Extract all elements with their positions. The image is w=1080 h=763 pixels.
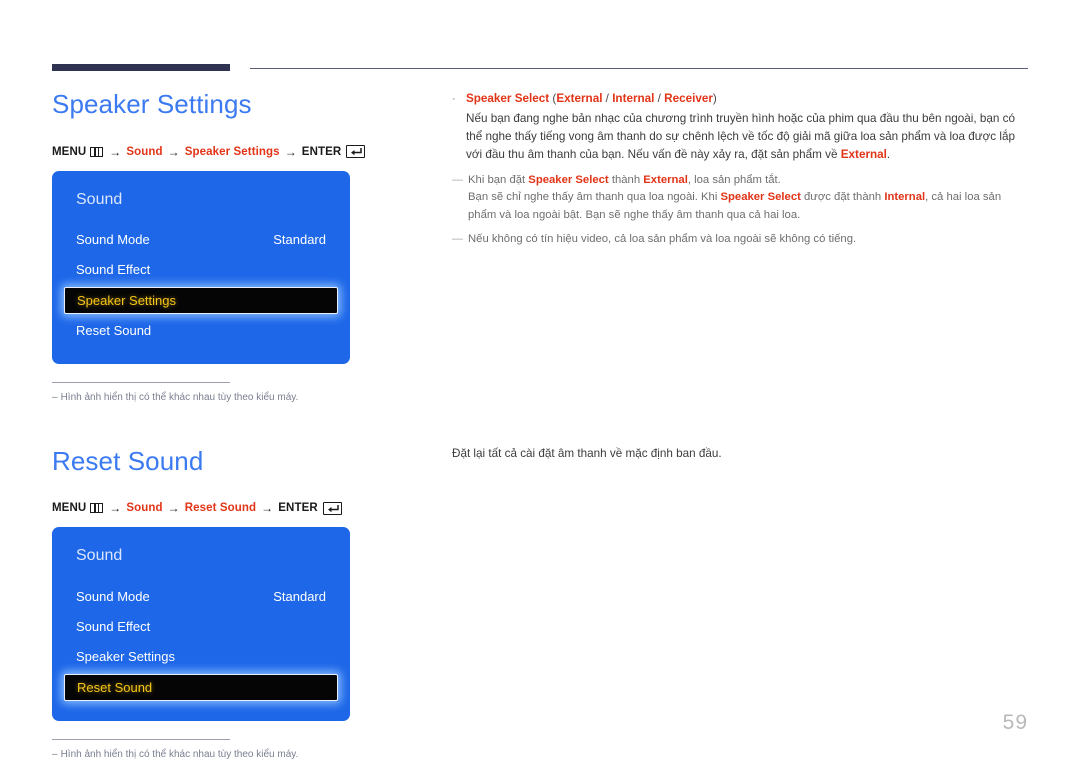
note-dash-icon: — <box>452 173 463 186</box>
note-highlight-internal: Internal <box>884 191 926 203</box>
menu-path-arrow-2: → <box>167 144 180 159</box>
osd-footnote-block-1: – Hình ảnh hiển thị có thể khác nhau tùy … <box>52 381 350 405</box>
footnote-text-1: – Hình ảnh hiển thị có thể khác nhau tùy … <box>52 391 350 405</box>
osd-row-sound-mode[interactable]: Sound Mode Standard <box>52 582 350 612</box>
note-text-a: Khi bạn đặt <box>468 173 529 186</box>
note-body-1: Khi bạn đặt Speaker Select thành Externa… <box>468 172 1032 225</box>
speaker-select-note-1: — Khi bạn đặt Speaker Select thành Exter… <box>452 172 1032 225</box>
option-internal: Internal <box>612 92 655 105</box>
osd-row-sound-effect[interactable]: Sound Effect <box>52 255 350 285</box>
right-column: · Speaker Select (External / Internal / … <box>452 90 1032 463</box>
enter-return-icon <box>346 145 366 159</box>
note-line-2: Bạn sẽ chỉ nghe thấy âm thanh qua loa ng… <box>468 189 1032 224</box>
osd-footnote-block-2: – Hình ảnh hiển thị có thể khác nhau tùy … <box>52 738 350 762</box>
footnote-label: Hình ảnh hiển thị có thể khác nhau tùy t… <box>60 391 299 403</box>
option-receiver: Receiver <box>664 92 713 105</box>
note-text-b2: được đặt thành <box>800 191 885 203</box>
left-column: Speaker Settings MENU → Sound → Speaker … <box>52 90 422 762</box>
osd-menu-speaker-settings[interactable]: Sound Sound Mode Standard Sound Effect S… <box>52 170 350 364</box>
enter-return-icon <box>322 501 342 515</box>
menu-path-step-reset-sound: Reset Sound <box>184 502 257 515</box>
menu-path-speaker-settings: MENU → Sound → Speaker Settings → ENTER <box>52 145 422 159</box>
osd-row-speaker-settings[interactable]: Speaker Settings <box>52 642 350 672</box>
menu-path-arrow-3: → <box>261 501 274 516</box>
option-separator-2: / <box>654 92 665 105</box>
paragraph-text-end: . <box>886 148 891 162</box>
osd-row-reset-sound-selected[interactable]: Reset Sound <box>64 673 338 701</box>
bullet-point-icon: · <box>452 93 456 105</box>
page-number: 59 <box>1002 711 1028 734</box>
footnote-label: Hình ảnh hiển thị có thể khác nhau tùy t… <box>60 748 299 760</box>
menu-path-arrow-1: → <box>109 144 122 159</box>
speaker-select-paragraph: Nếu bạn đang nghe bản nhạc của chương tr… <box>466 110 1032 164</box>
close-paren: ) <box>712 92 717 105</box>
option-external: External <box>556 92 603 105</box>
page-header-rules <box>52 64 1028 74</box>
page-title-reset-sound: Reset Sound <box>52 445 204 476</box>
menu-bars-icon <box>90 146 104 157</box>
footnote-rule <box>52 381 230 383</box>
menu-path-arrow-3: → <box>284 144 297 159</box>
osd-row-label: Speaker Settings <box>76 649 176 665</box>
menu-path-step-sound: Sound <box>126 502 163 515</box>
menu-path-arrow-2: → <box>167 501 180 516</box>
osd-menu-reset-sound[interactable]: Sound Sound Mode Standard Sound Effect S… <box>52 527 350 721</box>
osd-row-speaker-settings-selected[interactable]: Speaker Settings <box>64 286 338 314</box>
footnote-dash: – <box>52 748 58 760</box>
osd-row-reset-sound[interactable]: Reset Sound <box>52 316 350 346</box>
speaker-select-note-2: — Nếu không có tín hiệu video, cả loa sả… <box>452 231 1032 249</box>
page-title-speaker-settings: Speaker Settings <box>52 89 252 119</box>
note-text-b: thành <box>608 173 644 186</box>
speaker-select-heading: Speaker Select (External / Internal / Re… <box>466 90 1032 108</box>
note-dash-icon: — <box>452 233 463 245</box>
note-text-c: , loa sản phẩm tắt. <box>687 173 781 186</box>
menu-path-menu-label: MENU <box>52 502 87 515</box>
speaker-select-term: Speaker Select <box>466 92 550 105</box>
footnote-dash: – <box>52 391 58 403</box>
note-highlight-speaker-select: Speaker Select <box>528 173 609 186</box>
osd-row-label: Sound Mode <box>76 589 150 605</box>
osd-title: Sound <box>76 547 123 565</box>
footnote-text-2: – Hình ảnh hiển thị có thể khác nhau tùy … <box>52 748 350 762</box>
note-line-1: Nếu không có tín hiệu video, cả loa sản … <box>468 233 857 245</box>
osd-title: Sound <box>76 190 123 208</box>
header-thin-rule <box>250 68 1028 69</box>
note-highlight-external: External <box>643 173 688 186</box>
speaker-select-bullet: · Speaker Select (External / Internal / … <box>452 90 1032 165</box>
menu-path-arrow-1: → <box>109 501 122 516</box>
note-line-1: Khi bạn đặt Speaker Select thành Externa… <box>468 172 1032 190</box>
osd-row-value: Standard <box>273 232 326 248</box>
header-thick-rule <box>52 64 230 71</box>
paragraph-text: Nếu bạn đang nghe bản nhạc của chương tr… <box>466 112 1015 162</box>
osd-row-label: Reset Sound <box>76 323 152 339</box>
osd-row-sound-mode[interactable]: Sound Mode Standard <box>52 225 350 255</box>
menu-bars-icon <box>90 503 104 514</box>
menu-path-step-speaker-settings: Speaker Settings <box>184 145 280 158</box>
osd-row-label: Speaker Settings <box>77 292 177 308</box>
osd-row-label: Reset Sound <box>77 679 153 695</box>
osd-row-value: Standard <box>273 589 326 605</box>
osd-row-label: Sound Mode <box>76 232 150 248</box>
menu-path-enter-label: ENTER <box>301 145 342 158</box>
osd-row-sound-effect[interactable]: Sound Effect <box>52 612 350 642</box>
osd-row-label: Sound Effect <box>76 262 151 278</box>
note-body-2: Nếu không có tín hiệu video, cả loa sản … <box>468 231 1032 249</box>
menu-path-enter-label: ENTER <box>278 502 318 515</box>
note-highlight-speaker-select-2: Speaker Select <box>720 191 801 203</box>
osd-row-label: Sound Effect <box>76 619 151 635</box>
option-separator-1: / <box>602 92 613 105</box>
reset-sound-description: Đặt lại tất cả cài đặt âm thanh về mặc đ… <box>452 446 722 460</box>
menu-path-menu-label: MENU <box>52 145 87 158</box>
footnote-rule <box>52 738 230 740</box>
menu-path-step-sound: Sound <box>126 145 163 158</box>
speaker-select-body: Speaker Select (External / Internal / Re… <box>466 90 1032 165</box>
paragraph-highlight-external: External <box>840 148 887 162</box>
note-text-a2: Bạn sẽ chỉ nghe thấy âm thanh qua loa ng… <box>468 191 721 203</box>
menu-path-reset-sound: MENU → Sound → Reset Sound → ENTER <box>52 501 422 515</box>
